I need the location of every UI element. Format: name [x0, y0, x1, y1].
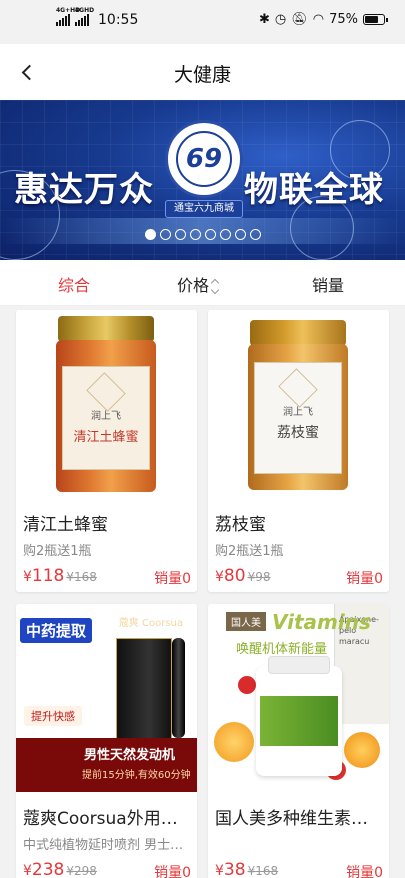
carousel-dot[interactable]: [159, 229, 171, 240]
bottle-label: [260, 696, 338, 746]
vitamin-bottle-graphic: [256, 656, 342, 776]
jar-product-name: 荔枝蜜: [277, 425, 319, 441]
ad-brand: 蔻爽 Coorsua: [118, 618, 183, 629]
price-value: 38: [223, 860, 246, 878]
jar-lid: [58, 316, 154, 342]
jar-label: 润上飞 荔枝蜜: [254, 362, 342, 474]
product-card[interactable]: 中药提取 蔻爽 Coorsua 瞬间高潮 效果持久 提升快感 男性天然发动机 提…: [16, 604, 197, 878]
ad-slogan: 唤醒机体新能量: [236, 642, 328, 657]
banner-slogan-left: 惠达万众: [14, 170, 154, 210]
ad-bottom-band: 男性天然发动机 提前15分钟,有效60分钟: [16, 738, 197, 792]
sales-count: 销量0: [154, 865, 191, 878]
brand-mark: [86, 372, 126, 412]
carousel-dot[interactable]: [219, 229, 231, 240]
product-promo: 购2瓶送1瓶: [215, 544, 284, 559]
spray-bottle-graphic: [172, 638, 185, 738]
sales-count: 销量0: [346, 865, 383, 878]
jar-label: 润上飞 清江土蜂蜜: [62, 366, 150, 470]
ad-line1: 男性天然发动机: [84, 748, 176, 763]
bottle-cap: [268, 656, 330, 674]
honey-jar-graphic: 润上飞 清江土蜂蜜: [56, 316, 156, 494]
ad-brand-corner: 国人美: [226, 612, 266, 631]
mall-logo: 69: [165, 120, 243, 198]
logo-ring: [176, 131, 232, 187]
ad-headline-line: 效果持久: [24, 676, 108, 700]
ad-headline: 瞬间高潮 效果持久: [24, 646, 108, 702]
product-box-graphic: [116, 638, 172, 742]
product-price: ¥38 ¥168: [215, 860, 279, 878]
product-image[interactable]: 润上飞 荔枝蜜: [208, 310, 389, 498]
carousel-indicator: [0, 229, 405, 240]
product-price: ¥80 ¥98: [215, 566, 271, 586]
product-name[interactable]: 清江土蜂蜜: [23, 510, 191, 535]
sales-count: 销量0: [154, 571, 191, 587]
mute-icon: 🔕︎: [291, 12, 308, 27]
product-promo: 购2瓶送1瓶: [23, 544, 92, 559]
page-title: 大健康: [173, 64, 231, 86]
alarm-icon: ◷: [274, 12, 287, 27]
sort-sales[interactable]: 销量: [312, 272, 344, 296]
product-card[interactable]: 润上飞 清江土蜂蜜 清江土蜂蜜 购2瓶送1瓶 ¥118 ¥168 销量0: [16, 310, 197, 592]
product-image[interactable]: 润上飞 清江土蜂蜜: [16, 310, 197, 498]
jar-lid: [250, 320, 346, 346]
bluetooth-icon: ✱: [258, 12, 270, 27]
carousel-dot[interactable]: [249, 229, 261, 240]
ad-headline-line: 瞬间高潮: [24, 648, 108, 672]
clock: 10:55: [98, 12, 139, 28]
product-name[interactable]: 国人美多种维生素矿物质片: [215, 804, 383, 829]
carousel-dot[interactable]: [189, 229, 201, 240]
product-name[interactable]: 荔枝蜜: [215, 510, 383, 535]
orange-graphic: [214, 722, 254, 762]
product-card[interactable]: Apaixone-pelo maracu 国人美 Vitamins 唤醒机体新能…: [208, 604, 389, 878]
price-value: 238: [31, 860, 65, 878]
product-card[interactable]: 润上飞 荔枝蜜 荔枝蜜 购2瓶送1瓶 ¥80 ¥98 销量0: [208, 310, 389, 592]
sort-price-label: 价格: [177, 276, 210, 295]
honey-jar-graphic: 润上飞 荔枝蜜: [248, 320, 348, 492]
signal-icon: 4G+HD: [56, 7, 80, 26]
sort-bar: 综合 价格 销量: [0, 260, 405, 306]
ad-tag: 中药提取: [20, 618, 93, 643]
product-image[interactable]: 中药提取 蔻爽 Coorsua 瞬间高潮 效果持久 提升快感 男性天然发动机 提…: [16, 604, 197, 792]
product-price: ¥118 ¥168: [23, 566, 97, 586]
sort-arrows-icon: [211, 280, 219, 294]
status-bar: 4G+HD 4GHD 10:55 ✱ ◷ 🔕︎ ◠ 75%: [0, 0, 405, 44]
banner-carousel[interactable]: 惠达万众 69 通宝六九商城 物联全球: [0, 100, 405, 260]
wifi-icon: ◠: [312, 12, 325, 27]
nav-bar: 大健康: [0, 44, 405, 100]
product-name[interactable]: 蔻爽Coorsua外用延时喷剂: [23, 804, 191, 829]
battery-percent: 75%: [329, 12, 358, 27]
original-price: 168: [255, 864, 279, 878]
banner-slogan-right: 物联全球: [244, 170, 384, 210]
signal-icon-2: 4GHD: [75, 7, 94, 26]
strawberry-graphic: [238, 676, 256, 694]
ad-vitamins-title: Vitamins: [272, 610, 371, 634]
original-price: 298: [74, 864, 97, 878]
sort-price[interactable]: 价格: [177, 272, 219, 296]
carousel-dot[interactable]: [234, 229, 246, 240]
original-price: 168: [74, 570, 97, 584]
ad-line2: 提前15分钟,有效60分钟: [82, 770, 191, 781]
logo-caption: 通宝六九商城: [165, 200, 243, 218]
ad-pill: 提升快感: [24, 706, 82, 726]
price-value: 80: [223, 566, 246, 586]
price-value: 118: [31, 566, 65, 586]
carousel-dot[interactable]: [174, 229, 186, 240]
carousel-dot[interactable]: [204, 229, 216, 240]
original-price: 98: [255, 570, 271, 584]
product-image[interactable]: Apaixone-pelo maracu 国人美 Vitamins 唤醒机体新能…: [208, 604, 389, 792]
jar-product-name: 清江土蜂蜜: [73, 430, 139, 445]
product-promo: 中式纯植物延时喷剂 男士外用: [23, 838, 191, 853]
product-price: ¥238 ¥298: [23, 860, 97, 878]
orange-graphic: [344, 732, 380, 768]
brand-mark: [278, 368, 318, 408]
battery-icon: [363, 14, 388, 25]
sort-comprehensive[interactable]: 综合: [58, 272, 90, 296]
sales-count: 销量0: [346, 571, 383, 587]
carousel-dot[interactable]: [144, 229, 156, 240]
